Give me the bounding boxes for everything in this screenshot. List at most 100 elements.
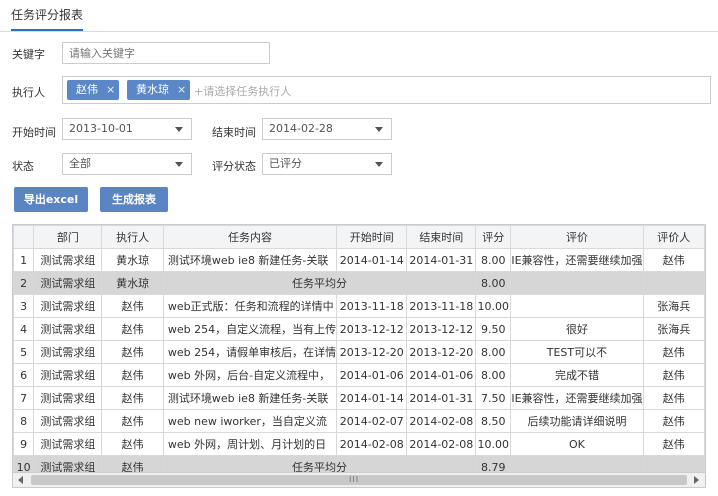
cell-content: web 254，自定义流程，当有上传: [162, 317, 338, 341]
cell-rater: [642, 271, 705, 295]
keyword-input[interactable]: [62, 42, 270, 64]
score-status-label: 评分状态: [212, 160, 256, 173]
cell-content: web 外网，后台-自定义流程中，: [162, 363, 338, 387]
cell-end: 2013-11-18: [406, 294, 477, 318]
cell-start: 2014-01-14: [336, 248, 408, 272]
summary-row[interactable]: 2 测试需求组 黄水琼 任务平均分 8.00: [13, 271, 705, 295]
end-time-select[interactable]: 2014-02-28: [262, 118, 392, 140]
cell-score: 8.00: [475, 248, 512, 272]
cell-dept: 测试需求组: [33, 317, 103, 341]
keyword-label: 关键字: [12, 48, 45, 61]
cell-rater: 张海兵: [642, 317, 705, 341]
row-number: 4: [13, 317, 35, 341]
cell-end: 2014-02-08: [406, 409, 477, 433]
column-header[interactable]: 执行人: [101, 225, 164, 249]
row-number: 8: [13, 409, 35, 433]
cell-end: 2014-01-31: [406, 386, 477, 410]
executor-placeholder[interactable]: +请选择任务执行人: [194, 83, 291, 99]
column-header[interactable]: 部门: [33, 225, 103, 249]
chevron-down-icon: [175, 162, 183, 167]
cell-executor: 赵伟: [101, 294, 164, 318]
cell-score: 8.00: [475, 271, 512, 295]
tab-task-score-report[interactable]: 任务评分报表: [11, 6, 84, 31]
start-time-select[interactable]: 2013-10-01: [62, 118, 192, 140]
cell-dept: 测试需求组: [33, 432, 103, 456]
cell-end: 2014-01-31: [406, 248, 477, 272]
column-header: [13, 225, 35, 249]
status-label: 状态: [12, 160, 34, 173]
table-row[interactable]: 4 测试需求组 赵伟 web 254，自定义流程，当有上传 2013-12-12…: [13, 317, 705, 341]
cell-score: 8.50: [475, 409, 512, 433]
end-time-value: 2014-02-28: [269, 122, 333, 135]
cell-comment: 完成不错: [510, 363, 644, 387]
table-row[interactable]: 5 测试需求组 赵伟 web 254，请假单审核后，在详情 2013-12-20…: [13, 340, 705, 364]
cell-executor: 赵伟: [101, 340, 164, 364]
executor-select[interactable]: 赵伟 × 黄水琼 × +请选择任务执行人: [62, 76, 711, 104]
table-row[interactable]: 6 测试需求组 赵伟 web 外网，后台-自定义流程中， 2014-01-06 …: [13, 363, 705, 387]
export-excel-button[interactable]: 导出excel: [14, 187, 88, 212]
chevron-down-icon: [375, 127, 383, 132]
cell-rater: 赵伟: [642, 386, 705, 410]
row-number: 7: [13, 386, 35, 410]
end-time-label: 结束时间: [212, 126, 256, 139]
column-header[interactable]: 结束时间: [406, 225, 477, 249]
cell-start: 2014-02-07: [336, 409, 408, 433]
score-status-select[interactable]: 已评分: [262, 153, 392, 175]
executor-tag: 黄水琼 ×: [127, 80, 191, 100]
start-time-value: 2013-10-01: [69, 122, 133, 135]
scroll-left-icon[interactable]: [18, 476, 23, 484]
status-select[interactable]: 全部: [62, 153, 192, 175]
column-header[interactable]: 评价: [510, 225, 644, 249]
cell-start: 2014-01-14: [336, 386, 408, 410]
cell-end: 2014-02-08: [406, 432, 477, 456]
cell-dept: 测试需求组: [33, 386, 103, 410]
start-time-label: 开始时间: [12, 126, 56, 139]
cell-score: 8.00: [475, 363, 512, 387]
cell-comment: [510, 294, 644, 318]
cell-content: web 外网，周计划、月计划的日: [162, 432, 338, 456]
cell-dept: 测试需求组: [33, 271, 103, 295]
column-header[interactable]: 评价人: [642, 225, 705, 249]
table-row[interactable]: 3 测试需求组 赵伟 web正式版：任务和流程的详情中 2013-11-18 2…: [13, 294, 705, 318]
cell-start: 2013-12-12: [336, 317, 408, 341]
cell-content: 测试环境web ie8 新建任务-关联: [162, 386, 338, 410]
scroll-right-icon[interactable]: [694, 476, 699, 484]
cell-score: 10.00: [475, 294, 512, 318]
cell-start: 2014-01-06: [336, 363, 408, 387]
cell-dept: 测试需求组: [33, 294, 103, 318]
cell-score: 7.50: [475, 386, 512, 410]
cell-content: web 254，请假单审核后，在详情: [162, 340, 338, 364]
table-row[interactable]: 8 测试需求组 赵伟 web new iworker，当自定义流 2014-02…: [13, 409, 705, 433]
table-row[interactable]: 9 测试需求组 赵伟 web 外网，周计划、月计划的日 2014-02-08 2…: [13, 432, 705, 456]
cell-content: 测试环境web ie8 新建任务-关联: [162, 248, 338, 272]
cell-comment: 很好: [510, 317, 644, 341]
cell-executor: 赵伟: [101, 386, 164, 410]
cell-executor: 黄水琼: [101, 271, 164, 295]
cell-executor: 赵伟: [101, 409, 164, 433]
executor-tag: 赵伟 ×: [67, 80, 120, 100]
cell-content: web new iworker，当自定义流: [162, 409, 338, 433]
cell-end: 2013-12-20: [406, 340, 477, 364]
column-header[interactable]: 任务内容: [162, 225, 338, 249]
table-header-row: 部门 执行人 任务内容 开始时间 结束时间 评分 评价 评价人: [13, 225, 705, 249]
tag-remove-icon[interactable]: ×: [177, 80, 186, 100]
cell-rater: 赵伟: [642, 363, 705, 387]
horizontal-scrollbar[interactable]: III: [13, 472, 705, 487]
cell-content: web正式版：任务和流程的详情中: [162, 294, 338, 318]
cell-rater: 赵伟: [642, 409, 705, 433]
table-row[interactable]: 7 测试需求组 赵伟 测试环境web ie8 新建任务-关联 2014-01-1…: [13, 386, 705, 410]
column-header[interactable]: 开始时间: [336, 225, 408, 249]
cell-executor: 赵伟: [101, 432, 164, 456]
tag-remove-icon[interactable]: ×: [106, 80, 115, 100]
tab-bar: 任务评分报表: [0, 0, 718, 32]
executor-label: 执行人: [12, 86, 45, 99]
report-table: 部门 执行人 任务内容 开始时间 结束时间 评分 评价 评价人 1 测试需求组 …: [13, 225, 705, 479]
table-row[interactable]: 1 测试需求组 黄水琼 测试环境web ie8 新建任务-关联 2014-01-…: [13, 248, 705, 272]
cell-executor: 赵伟: [101, 317, 164, 341]
column-header[interactable]: 评分: [475, 225, 512, 249]
cell-dept: 测试需求组: [33, 248, 103, 272]
generate-report-button[interactable]: 生成报表: [100, 187, 168, 212]
row-number: 6: [13, 363, 35, 387]
row-number: 2: [13, 271, 35, 295]
cell-end: 2013-12-12: [406, 317, 477, 341]
